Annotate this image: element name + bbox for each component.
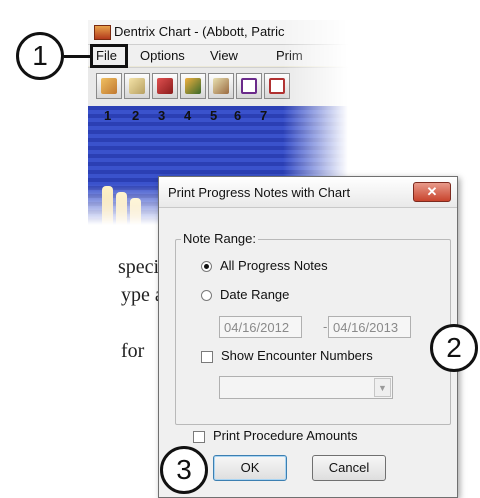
app-title: Dentrix Chart - (Abbott, Patric	[114, 24, 285, 39]
print-procedure-amounts-label: Print Procedure Amounts	[213, 428, 358, 443]
callout-2: 2	[430, 324, 478, 372]
toolbar-button-notes[interactable]	[124, 73, 150, 99]
toolbar-button-pen[interactable]	[208, 73, 234, 99]
encounter-dropdown[interactable]: ▼	[219, 376, 393, 399]
menu-options[interactable]: Options	[140, 48, 185, 63]
dialog-title: Print Progress Notes with Chart	[168, 185, 351, 200]
tooth-number: 6	[234, 108, 242, 123]
frame-icon	[241, 78, 257, 94]
print-procedure-amounts-checkbox[interactable]	[193, 431, 205, 443]
date-range-label: Date Range	[220, 287, 290, 302]
date-from-field[interactable]: 04/16/2012	[219, 316, 302, 338]
toolbar-button-patient-chart[interactable]	[96, 73, 122, 99]
cancel-button[interactable]: Cancel	[312, 455, 386, 481]
app-toolbar	[88, 67, 348, 106]
date-range-radio[interactable]	[201, 290, 212, 301]
all-progress-notes-radio[interactable]	[201, 261, 212, 272]
callout-1-leader	[64, 55, 92, 58]
chair-icon	[185, 78, 201, 94]
pen-icon	[213, 78, 229, 94]
date-to-field[interactable]: 04/16/2013	[328, 316, 411, 338]
background-text-line-3: for	[121, 340, 145, 362]
patient-chart-icon	[101, 78, 117, 94]
date-separator: -	[323, 319, 328, 334]
close-icon: ✕	[426, 184, 438, 199]
tooth[interactable]	[102, 186, 113, 225]
tooth-number: 1	[104, 108, 112, 123]
callout-3: 3	[160, 446, 208, 494]
tooth-number: 3	[158, 108, 166, 123]
dentrix-app-icon	[94, 25, 111, 40]
tooth-number: 5	[210, 108, 218, 123]
menu-view[interactable]: View	[210, 48, 238, 63]
toolbar-button-book[interactable]	[152, 73, 178, 99]
ok-button[interactable]: OK	[213, 455, 287, 481]
chevron-down-icon[interactable]: ▼	[374, 378, 391, 397]
dialog-titlebar: Print Progress Notes with Chart ✕	[159, 177, 457, 208]
show-encounter-checkbox[interactable]	[201, 351, 213, 363]
all-progress-notes-label: All Progress Notes	[220, 258, 328, 273]
menu-prim[interactable]: Prim	[276, 48, 303, 63]
callout-1: 1	[16, 32, 64, 80]
tooth[interactable]	[116, 192, 127, 225]
show-encounter-label: Show Encounter Numbers	[221, 348, 373, 363]
toolbar-button-chair[interactable]	[180, 73, 206, 99]
notes-icon	[129, 78, 145, 94]
close-button[interactable]: ✕	[413, 182, 451, 202]
note-range-label: Note Range:	[181, 231, 258, 246]
file-menu-highlight	[90, 44, 128, 68]
tooth-number: 7	[260, 108, 268, 123]
toolbar-button-form[interactable]	[264, 73, 290, 99]
tooth-number: 4	[184, 108, 192, 123]
tooth-number: 2	[132, 108, 140, 123]
form-icon	[269, 78, 285, 94]
toolbar-button-frame[interactable]	[236, 73, 262, 99]
tooth[interactable]	[130, 198, 141, 225]
app-titlebar: Dentrix Chart - (Abbott, Patric	[88, 20, 348, 45]
print-progress-notes-dialog: Print Progress Notes with Chart ✕ Note R…	[158, 176, 458, 498]
book-icon	[157, 78, 173, 94]
